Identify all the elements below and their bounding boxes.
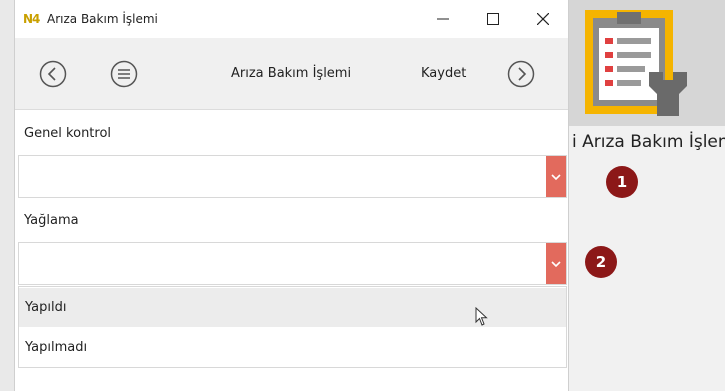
- chevron-right-circle-icon: [507, 60, 535, 88]
- dropdown-toggle[interactable]: [546, 156, 566, 197]
- dropdown-toggle[interactable]: [546, 243, 566, 284]
- chevron-down-icon: [551, 173, 561, 180]
- minimize-button[interactable]: [423, 4, 463, 34]
- menu-button[interactable]: [109, 59, 139, 89]
- step-marker-2: 2: [585, 246, 617, 278]
- chevron-left-circle-icon: [39, 60, 67, 88]
- genel-kontrol-select[interactable]: [18, 155, 567, 198]
- step-marker-1: 1: [606, 166, 638, 198]
- menu-circle-icon: [110, 60, 138, 88]
- maximize-button[interactable]: [473, 4, 513, 34]
- maximize-icon: [487, 13, 499, 25]
- yaglama-options-list: Yapıldı Yapılmadı: [18, 286, 567, 368]
- app-shortcut-label[interactable]: i Arıza Bakım İşlemi: [572, 132, 725, 152]
- yaglama-select[interactable]: [18, 242, 567, 285]
- chevron-down-icon: [551, 260, 561, 267]
- close-button[interactable]: [523, 4, 563, 34]
- close-icon: [537, 13, 549, 25]
- minimize-icon: [437, 18, 449, 20]
- nav-bar: Arıza Bakım İşlemi Kaydet: [15, 38, 568, 110]
- forward-button[interactable]: [506, 59, 536, 89]
- back-button[interactable]: [38, 59, 68, 89]
- app-window: N4 Arıza Bakım İşlemi Arıza Bakım İşlemi…: [14, 0, 569, 391]
- save-button[interactable]: Kaydet: [421, 66, 466, 81]
- page-title: Arıza Bakım İşlemi: [231, 66, 352, 81]
- app-logo: N4: [23, 12, 40, 26]
- title-bar[interactable]: N4 Arıza Bakım İşlemi: [15, 0, 568, 38]
- field-label-yaglama: Yağlama: [24, 213, 79, 228]
- mouse-cursor-icon: [475, 307, 488, 326]
- window-title: Arıza Bakım İşlemi: [47, 12, 158, 26]
- clipboard-wrench-icon[interactable]: [583, 8, 693, 120]
- option-yapilmadi[interactable]: Yapılmadı: [19, 328, 566, 367]
- field-label-genel-kontrol: Genel kontrol: [24, 126, 112, 141]
